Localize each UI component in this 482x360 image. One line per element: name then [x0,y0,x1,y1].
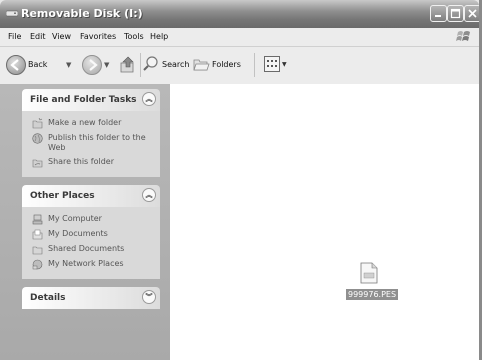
place-label: Shared Documents [48,244,125,253]
menu-file[interactable]: File [8,32,21,41]
toolbar: Back ▼ ▼ Search Folders ▼ [0,47,479,85]
place-my-documents[interactable]: My Documents [22,228,160,243]
maximize-icon [450,8,461,19]
panel-header[interactable]: Details ︾ [22,287,160,309]
views-icon [264,56,280,72]
explorer-window: Removable Disk (I:) File Edit View Favor… [0,0,482,360]
menu-favorites[interactable]: Favorites [80,32,116,41]
search-label: Search [162,60,190,69]
back-button[interactable]: Back ▼ [6,55,76,75]
task-share-folder[interactable]: Share this folder [22,156,160,171]
menu-tools[interactable]: Tools [124,32,144,41]
panel-body: Make a new folder Publish this folder to… [22,111,160,177]
up-folder-icon [120,56,134,73]
place-label: My Network Places [48,259,124,268]
documents-icon [32,229,43,240]
up-folder-button[interactable] [118,55,138,75]
window-title: Removable Disk (I:) [21,7,143,20]
file-name: 999976.PES [346,289,399,300]
shared-folder-icon [32,246,43,255]
task-label: Publish this folder to the Web [48,133,146,152]
title-bar[interactable]: Removable Disk (I:) [0,0,479,28]
task-label: Make a new folder [48,118,122,127]
collapse-chevron-icon[interactable]: ︽ [142,92,156,106]
menu-edit[interactable]: Edit [30,32,46,41]
forward-button[interactable]: ▼ [82,55,112,75]
details-panel: Details ︾ [22,287,160,309]
removable-disk-icon [6,10,18,17]
close-icon [468,9,477,18]
panel-title: Details [30,293,66,303]
panel-title: File and Folder Tasks [30,95,137,105]
place-my-computer[interactable]: My Computer [22,213,160,228]
collapse-chevron-icon[interactable]: ︽ [142,188,156,202]
panel-header[interactable]: File and Folder Tasks ︽ [22,89,160,111]
views-dropdown-icon[interactable]: ▼ [282,61,287,68]
globe-icon [32,133,43,144]
search-icon [143,56,158,71]
windows-logo-icon [456,31,470,41]
views-button[interactable]: ▼ [264,55,290,75]
minimize-icon [435,15,441,17]
menu-view[interactable]: View [52,32,71,41]
back-dropdown-icon[interactable]: ▼ [66,61,71,69]
back-label: Back [28,60,48,69]
task-label: Share this folder [48,157,114,166]
folders-label: Folders [212,60,241,69]
toolbar-separator [254,53,255,77]
back-arrow-icon [6,55,26,75]
task-make-new-folder[interactable]: Make a new folder [22,117,160,132]
place-shared-documents[interactable]: Shared Documents [22,243,160,258]
expand-chevron-icon[interactable]: ︾ [142,290,156,304]
share-folder-icon [32,159,43,168]
panel-title: Other Places [30,191,95,201]
file-folder-tasks-panel: File and Folder Tasks ︽ Make a new folde… [22,89,160,177]
minimize-button[interactable] [430,5,447,22]
maximize-button[interactable] [447,5,464,22]
place-label: My Computer [48,214,102,223]
forward-arrow-icon [82,55,102,75]
other-places-panel: Other Places ︽ My Computer My Documents … [22,185,160,279]
network-icon [32,259,43,270]
place-my-network-places[interactable]: My Network Places [22,258,160,273]
computer-icon [32,214,43,225]
new-folder-icon [32,118,43,129]
panel-header[interactable]: Other Places ︽ [22,185,160,207]
menu-help[interactable]: Help [150,32,168,41]
forward-dropdown-icon[interactable]: ▼ [104,61,109,69]
search-button[interactable]: Search [142,55,192,75]
task-pane: File and Folder Tasks ︽ Make a new folde… [0,84,170,360]
close-button[interactable] [464,5,479,22]
task-publish-to-web[interactable]: Publish this folder to the Web [22,132,160,156]
menu-bar: File Edit View Favorites Tools Help [0,28,479,47]
pes-file-icon [360,262,378,284]
place-label: My Documents [48,229,108,238]
file-item[interactable]: 999976.PES [330,262,410,312]
folders-icon [193,59,210,71]
toolbar-separator [140,53,141,77]
file-list-area[interactable]: 999976.PES [170,84,479,360]
panel-body: My Computer My Documents Shared Document… [22,207,160,279]
folders-button[interactable]: Folders [192,55,248,75]
